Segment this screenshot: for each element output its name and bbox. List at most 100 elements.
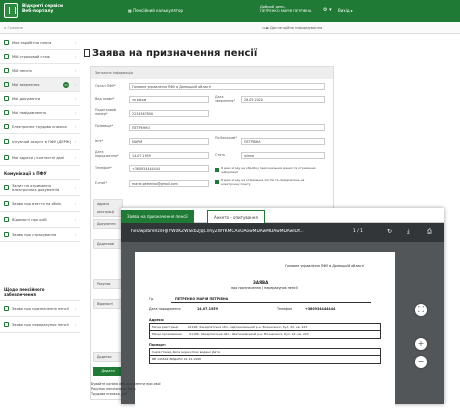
toggle-icon: ▭▬ xyxy=(262,26,270,30)
section-title-communications: Комунікації з ПФУ xyxy=(0,166,80,180)
phone-input[interactable]: +380934444444 xyxy=(129,165,209,172)
sidebar-item-experience[interactable]: Мій страховий стаж › xyxy=(0,50,80,64)
insurance-icon xyxy=(4,232,9,237)
print-icon[interactable]: ⎙ xyxy=(427,228,432,236)
account-icon xyxy=(4,139,9,144)
chevron-right-icon: › xyxy=(74,232,76,237)
ipn-label: Податковий номер* xyxy=(95,108,116,116)
chevron-right-icon: › xyxy=(74,185,76,190)
e-docs-icon xyxy=(4,185,9,190)
consent-text: Я даю згоду на обробку персональних дани… xyxy=(221,166,316,174)
rotate-icon[interactable]: ↻ xyxy=(387,228,392,236)
zoom-in-icon[interactable]: + xyxy=(415,338,427,350)
sidebar-item-salary[interactable]: Моя заробітна плата › xyxy=(0,36,80,50)
email-consent-checkbox[interactable] xyxy=(215,180,219,184)
sidebar-item-workbook[interactable]: Електронне трудова книжка › xyxy=(0,120,80,134)
organ-label: Орган ПФУ* xyxy=(95,84,116,88)
name-label: Ім'я* xyxy=(95,139,103,143)
persons-icon xyxy=(4,217,9,222)
sidebar-item-e-docs[interactable]: Запит на отримання електронних документі… xyxy=(0,180,80,196)
pdf-birth-label: Дата народження xyxy=(149,307,181,311)
add-button[interactable]: Додати xyxy=(93,367,123,376)
page-title: Заява на призначення пенсії xyxy=(92,48,258,59)
chevron-right-icon: › xyxy=(74,110,76,115)
email-input[interactable]: marie.petrenko@gmail.com xyxy=(129,180,209,187)
sidebar-item-requests[interactable]: Мої звернення 11 › xyxy=(0,78,80,92)
download-icon[interactable]: ⤓ xyxy=(407,228,410,236)
pension-request-icon xyxy=(4,306,9,311)
sidebar-item-registration[interactable]: Заява про взяття на облік › xyxy=(0,196,80,212)
messages-icon xyxy=(4,110,9,115)
chevron-right-icon: › xyxy=(74,306,76,311)
chevron-right-icon: › xyxy=(74,139,76,144)
chevron-right-icon: › xyxy=(74,124,76,129)
pdf-subheading: про призначення / перерахунок пенсії xyxy=(231,286,298,290)
remote-info-link[interactable]: ▭▬ Дистанційне інформування xyxy=(262,26,322,30)
extra-doc-button[interactable]: Додатки xyxy=(93,352,123,362)
sidebar-item-pension[interactable]: Мій пенсія › xyxy=(0,64,80,78)
chevron-right-icon: › xyxy=(74,201,76,206)
ipn-input[interactable]: 2234567890 xyxy=(129,110,209,117)
date-label: Дата звернення* xyxy=(215,95,235,103)
fit-page-icon[interactable]: ⛶ xyxy=(415,304,427,316)
pdf-viewer[interactable]: Головне управління ПФУ в Донецькій облас… xyxy=(121,242,444,412)
chevron-right-icon: › xyxy=(74,68,76,73)
form-section-header: Загальна інформація xyxy=(91,67,333,79)
address-button[interactable]: Адреса реєстрації xyxy=(93,199,123,217)
brand-title[interactable]: Відкриті сервіси Веб-порталу xyxy=(22,4,63,14)
breadcrumb[interactable]: ⌂ Головна xyxy=(4,26,23,30)
sidebar-item-account[interactable]: Існуючий акаунт в ПФУ (ДЕРЖ) › xyxy=(0,134,80,150)
pdf-phone-label: Телефон xyxy=(277,307,293,311)
pdf-passport-label: Паспорт: xyxy=(149,343,167,347)
pdf-live-row: Місце проживання 01196, Закарпатська обл… xyxy=(152,332,309,336)
pdf-reg-row: Місце реєстрації 01196, Закарпатська обл… xyxy=(150,324,380,331)
type-select[interactable]: за віком xyxy=(129,96,209,103)
consent-checkbox[interactable] xyxy=(215,168,219,172)
patronymic-label: По батькові* xyxy=(215,136,237,140)
logout-button[interactable]: Вихід ▸ xyxy=(338,8,353,13)
pension-icon xyxy=(4,68,9,73)
name-input[interactable]: МАРІЯ xyxy=(129,138,209,145)
pdf-org: Головне управління ПФУ в Донецькій облас… xyxy=(285,264,365,268)
extra-button[interactable]: Додаткові xyxy=(93,239,123,249)
calc-link[interactable]: ▦ Пенсійний калькулятор xyxy=(128,8,183,13)
phone-label: Телефон* xyxy=(95,166,112,170)
chevron-right-icon: › xyxy=(74,82,76,87)
sidebar-item-persons[interactable]: Відомості про осіб › xyxy=(0,212,80,228)
bank-button[interactable]: Рахунок xyxy=(93,279,123,289)
organ-select[interactable]: Головне управління ПФУ в Донецькій облас… xyxy=(129,83,325,90)
pdf-passport-table: Серія Номер Дата видачі Ким видано Дата … xyxy=(149,348,381,364)
sidebar-item-documents[interactable]: Мої документи › xyxy=(0,92,80,106)
recalc-icon xyxy=(4,322,9,327)
breadcrumb-bar: ⌂ Головна ▭▬ Дистанційне інформування xyxy=(0,22,460,34)
documents-button[interactable]: Документи xyxy=(93,219,123,229)
sidebar-item-contacts[interactable]: Мої адреси / контактні дані › xyxy=(0,150,80,166)
tab-survey[interactable]: Анкета - опитування xyxy=(207,210,265,223)
pdf-preview-modal: Заява на призначення пенсії Анкета - опи… xyxy=(121,208,444,412)
sidebar-item-messages[interactable]: Мої повідомлення › xyxy=(0,106,80,120)
email-label: E-mail* xyxy=(95,181,107,185)
date-input[interactable]: 28.05.2020 xyxy=(241,96,325,103)
patronymic-input[interactable]: ПЕТРІВНА xyxy=(241,138,325,145)
zoom-out-icon[interactable]: − xyxy=(415,356,427,368)
document-icon xyxy=(84,49,90,57)
salary-icon xyxy=(4,40,9,45)
pdf-citizen-label: Гр. xyxy=(149,297,155,301)
statements-button[interactable]: Відомості xyxy=(93,299,123,309)
tab-application[interactable]: Заява на призначення пенсії xyxy=(121,210,194,223)
pfu-logo[interactable] xyxy=(4,3,18,18)
chevron-right-icon: › xyxy=(74,155,76,160)
sex-label: Стать xyxy=(215,153,226,157)
pdf-passport-row: ВВ 145644 ВИДАНО 01.12.1998 xyxy=(152,357,201,361)
user-menu-icon[interactable]: ⚙ ▾ xyxy=(323,7,332,13)
requests-icon xyxy=(4,82,9,87)
surname-input[interactable]: ПЕТРЕНКО xyxy=(129,124,325,131)
birth-input[interactable]: 14.07.1959 xyxy=(129,152,209,159)
sex-select[interactable]: жінка xyxy=(241,152,325,159)
documents-icon xyxy=(4,96,9,101)
sidebar-item-pension-request[interactable]: Заява про призначення пенсії › xyxy=(0,301,80,317)
sidebar-item-insurance[interactable]: Заява про страхування › xyxy=(0,228,80,242)
workbook-icon xyxy=(4,124,9,129)
pdf-phone: +380934444444 xyxy=(305,307,336,311)
sidebar-item-recalc[interactable]: Заява про перерахунок пенсії › xyxy=(0,317,80,333)
